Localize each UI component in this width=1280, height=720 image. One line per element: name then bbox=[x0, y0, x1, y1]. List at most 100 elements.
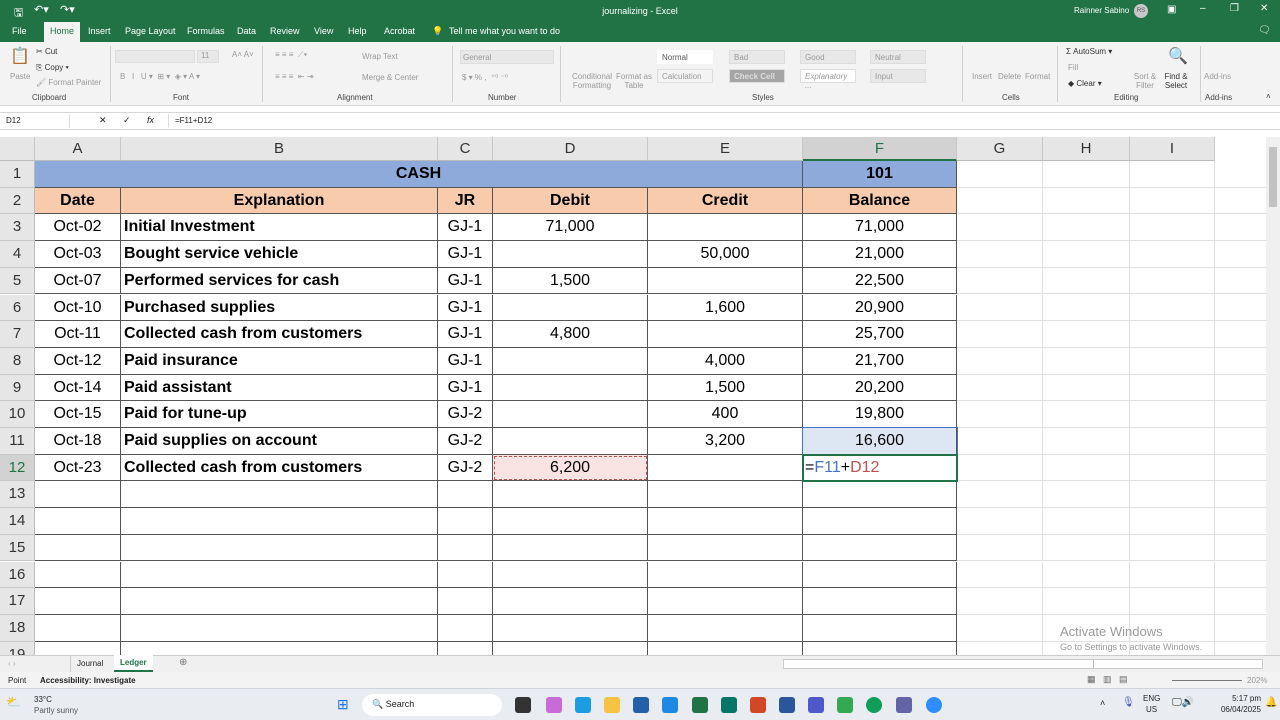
date-cell[interactable]: Oct-18 bbox=[35, 428, 121, 455]
cell[interactable] bbox=[957, 534, 1043, 562]
cell[interactable] bbox=[35, 534, 121, 562]
row-header-6[interactable]: 6 bbox=[0, 294, 35, 322]
cell[interactable] bbox=[1130, 187, 1215, 215]
clock-date[interactable]: 06/04/2025 bbox=[1209, 705, 1261, 714]
cell[interactable] bbox=[1130, 241, 1215, 268]
row-header-2[interactable]: 2 bbox=[0, 187, 35, 215]
explanation-cell[interactable]: Collected cash from customers bbox=[121, 321, 438, 348]
cell[interactable] bbox=[1215, 562, 1266, 589]
cell[interactable] bbox=[35, 641, 121, 655]
cell[interactable] bbox=[957, 561, 1043, 589]
cell[interactable] bbox=[493, 534, 648, 562]
style-input[interactable]: Input bbox=[870, 69, 926, 83]
cell[interactable] bbox=[1215, 268, 1266, 295]
tab-view[interactable]: View bbox=[314, 26, 333, 36]
number-format-box[interactable]: General bbox=[460, 50, 554, 64]
add-sheet-icon[interactable]: ⊕ bbox=[179, 657, 187, 668]
balance-cell[interactable]: 71,000 bbox=[803, 214, 957, 242]
cell[interactable] bbox=[803, 561, 957, 589]
ribbon-display-icon[interactable]: ▣ bbox=[1167, 4, 1176, 15]
cell[interactable] bbox=[1043, 428, 1130, 455]
cell[interactable] bbox=[1130, 481, 1215, 509]
cell[interactable] bbox=[957, 508, 1043, 535]
cell[interactable] bbox=[1043, 454, 1130, 482]
paste-icon[interactable]: 📋 bbox=[10, 46, 30, 66]
cell[interactable] bbox=[1215, 401, 1266, 428]
cell[interactable] bbox=[1043, 347, 1130, 375]
column-header-d[interactable]: D bbox=[493, 137, 648, 161]
balance-cell[interactable]: 16,600 bbox=[802, 427, 958, 456]
cell[interactable] bbox=[1215, 321, 1266, 348]
explanation-cell[interactable]: Initial Investment bbox=[121, 214, 438, 242]
jr-cell[interactable]: GJ-1 bbox=[438, 321, 493, 348]
credit-cell[interactable]: 4,000 bbox=[648, 347, 803, 375]
date-cell[interactable]: Oct-23 bbox=[35, 454, 121, 482]
tab-acrobat[interactable]: Acrobat bbox=[384, 26, 415, 36]
jr-cell[interactable]: GJ-1 bbox=[438, 241, 493, 268]
cell[interactable] bbox=[1215, 455, 1266, 482]
cell[interactable] bbox=[493, 641, 648, 655]
minimize-button[interactable]: – bbox=[1200, 3, 1206, 14]
cell[interactable] bbox=[1043, 267, 1130, 295]
credit-cell[interactable]: 400 bbox=[648, 401, 803, 428]
column-header-c[interactable]: C bbox=[438, 137, 493, 161]
explanation-cell[interactable]: Bought service vehicle bbox=[121, 241, 438, 268]
cell[interactable] bbox=[957, 641, 1043, 655]
explanation-cell[interactable]: Paid insurance bbox=[121, 347, 438, 375]
cell[interactable] bbox=[438, 508, 493, 535]
cell[interactable] bbox=[1215, 295, 1266, 322]
restore-button[interactable]: ❐ bbox=[1230, 3, 1239, 14]
cell[interactable] bbox=[1043, 588, 1130, 615]
cell[interactable] bbox=[648, 641, 803, 655]
balance-cell[interactable]: 21,700 bbox=[803, 347, 957, 375]
cell[interactable] bbox=[957, 187, 1043, 215]
explanation-cell[interactable]: Paid supplies on account bbox=[121, 428, 438, 455]
cell[interactable] bbox=[1130, 508, 1215, 535]
balance-cell[interactable]: 25,700 bbox=[803, 321, 957, 348]
avatar[interactable]: RS bbox=[1134, 4, 1148, 18]
weather-temp[interactable]: 33°C bbox=[34, 695, 52, 704]
paste-button[interactable]: Paste bbox=[10, 72, 30, 81]
cell[interactable] bbox=[1130, 454, 1215, 482]
cell[interactable] bbox=[1215, 375, 1266, 402]
cell[interactable] bbox=[121, 614, 438, 642]
font-size-box[interactable]: 11 bbox=[197, 50, 219, 63]
tab-review[interactable]: Review bbox=[270, 26, 300, 36]
edge-icon[interactable] bbox=[575, 697, 591, 713]
sync-icon[interactable] bbox=[866, 697, 882, 713]
editing-cell-f12[interactable]: =F11+D12 bbox=[802, 453, 958, 483]
cut-button[interactable]: ✂ Cut bbox=[36, 47, 57, 56]
sheet-tab-ledger[interactable]: Ledger bbox=[114, 655, 153, 672]
cell[interactable] bbox=[121, 561, 438, 589]
jr-cell[interactable]: GJ-2 bbox=[438, 454, 493, 482]
cell[interactable] bbox=[1215, 508, 1266, 535]
cell[interactable] bbox=[35, 614, 121, 642]
row-header-12[interactable]: 12 bbox=[0, 454, 35, 482]
cell[interactable] bbox=[1215, 642, 1266, 655]
cell[interactable] bbox=[957, 241, 1043, 268]
explanation-cell[interactable]: Performed services for cash bbox=[121, 267, 438, 295]
cell[interactable] bbox=[1130, 534, 1215, 562]
date-cell[interactable]: Oct-02 bbox=[35, 214, 121, 242]
cell[interactable] bbox=[1043, 401, 1130, 428]
network-volume-icon[interactable]: 🖵🔊 bbox=[1172, 697, 1194, 708]
cell[interactable] bbox=[1130, 374, 1215, 402]
row-header-3[interactable]: 3 bbox=[0, 214, 35, 242]
cell[interactable] bbox=[438, 614, 493, 642]
column-header-b[interactable]: B bbox=[121, 137, 438, 161]
debit-cell[interactable] bbox=[493, 374, 648, 402]
cell[interactable] bbox=[438, 641, 493, 655]
teams-work-icon[interactable] bbox=[896, 697, 912, 713]
word-icon[interactable] bbox=[779, 697, 795, 713]
ledger-title-cell[interactable]: CASH bbox=[35, 161, 803, 188]
balance-cell[interactable]: 20,900 bbox=[803, 294, 957, 322]
row-header-13[interactable]: 13 bbox=[0, 481, 35, 509]
weather-desc[interactable]: Partly sunny bbox=[34, 706, 78, 715]
font-name-box[interactable] bbox=[115, 50, 195, 63]
zoom-slider[interactable] bbox=[1172, 680, 1242, 681]
cell[interactable] bbox=[957, 374, 1043, 402]
powerpoint-icon[interactable] bbox=[750, 697, 766, 713]
cell[interactable] bbox=[1130, 347, 1215, 375]
style-bad[interactable]: Bad bbox=[729, 50, 785, 64]
lang-code[interactable]: ENG bbox=[1143, 694, 1160, 703]
